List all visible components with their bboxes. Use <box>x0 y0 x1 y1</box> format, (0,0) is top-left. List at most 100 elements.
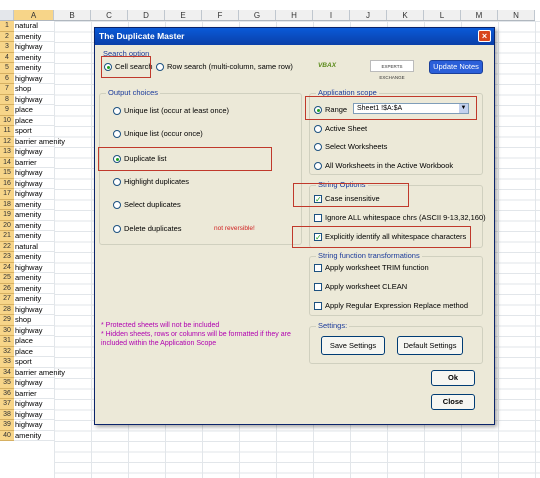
cell-a[interactable]: amenity <box>14 252 54 263</box>
column-header-a[interactable]: A <box>14 10 54 20</box>
row-header[interactable]: 1 <box>0 21 14 32</box>
column-header-j[interactable]: J <box>350 10 387 20</box>
save-settings-button[interactable]: Save Settings <box>321 336 385 355</box>
column-header-h[interactable]: H <box>276 10 313 20</box>
row-header[interactable]: 40 <box>0 430 14 441</box>
column-header-b[interactable]: B <box>54 10 91 20</box>
row-header[interactable]: 9 <box>0 105 14 116</box>
row-header[interactable]: 24 <box>0 262 14 273</box>
row-header[interactable]: 10 <box>0 115 14 126</box>
cell-a[interactable]: highway <box>14 326 54 336</box>
dialog-titlebar[interactable]: The Duplicate Master × <box>95 28 494 45</box>
window-close-button[interactable]: × <box>478 30 491 42</box>
cell-a[interactable]: amenity <box>14 284 54 294</box>
highlight-duplicates-radio[interactable]: Highlight duplicates <box>113 177 189 186</box>
row-header[interactable]: 35 <box>0 378 14 389</box>
close-button[interactable]: Close <box>431 394 475 410</box>
cell-a[interactable]: place <box>14 116 54 126</box>
cell-a[interactable]: sport <box>14 126 54 137</box>
cell-a[interactable]: barrier amenity <box>14 137 65 147</box>
cell-a[interactable]: amenity <box>14 53 54 63</box>
cell-a[interactable]: amenity <box>14 32 54 42</box>
column-header-m[interactable]: M <box>461 10 498 20</box>
cell-a[interactable]: highway <box>14 399 54 410</box>
cell-a[interactable]: highway <box>14 189 54 200</box>
unique-list-radio[interactable]: Unique list (occur at least once) <box>113 106 229 115</box>
regex-checkbox[interactable]: Apply Regular Expression Replace method <box>314 301 468 310</box>
row-header[interactable]: 33 <box>0 357 14 368</box>
cell-a[interactable]: shop <box>14 84 54 95</box>
row-header[interactable]: 11 <box>0 126 14 137</box>
clean-checkbox[interactable]: Apply worksheet CLEAN <box>314 282 407 291</box>
column-header-e[interactable]: E <box>165 10 202 20</box>
cell-a[interactable]: highway <box>14 42 54 53</box>
cell-a[interactable]: highway <box>14 410 54 420</box>
cell-a[interactable]: place <box>14 347 54 357</box>
row-header[interactable]: 20 <box>0 220 14 231</box>
column-header-n[interactable]: N <box>498 10 535 20</box>
row-header[interactable]: 6 <box>0 73 14 84</box>
trim-checkbox[interactable]: Apply worksheet TRIM function <box>314 263 429 272</box>
row-header[interactable]: 22 <box>0 241 14 252</box>
cell-a[interactable]: amenity <box>14 63 54 74</box>
cell-a[interactable]: place <box>14 336 54 347</box>
cell-a[interactable]: shop <box>14 315 54 326</box>
column-header-i[interactable]: I <box>313 10 350 20</box>
column-header-g[interactable]: G <box>239 10 276 20</box>
row-header[interactable]: 28 <box>0 304 14 315</box>
row-header[interactable]: 34 <box>0 367 14 378</box>
row-header[interactable]: 39 <box>0 420 14 431</box>
row-header[interactable]: 21 <box>0 231 14 242</box>
row-header[interactable]: 27 <box>0 294 14 305</box>
column-header-f[interactable]: F <box>202 10 239 20</box>
row-header[interactable]: 26 <box>0 283 14 294</box>
row-header[interactable]: 4 <box>0 52 14 63</box>
cell-a[interactable]: barrier <box>14 389 54 399</box>
cell-a[interactable]: amenity <box>14 221 54 231</box>
unique-once-radio[interactable]: Unique list (occur once) <box>113 129 203 138</box>
row-header[interactable]: 15 <box>0 168 14 179</box>
cell-a[interactable]: highway <box>14 305 54 315</box>
row-header[interactable]: 38 <box>0 409 14 420</box>
row-header[interactable]: 17 <box>0 189 14 200</box>
cell-a[interactable]: place <box>14 105 54 116</box>
row-search-radio[interactable]: Row search (multi-column, same row) <box>156 62 293 71</box>
cell-a[interactable]: highway <box>14 74 54 84</box>
cell-a[interactable]: barrier <box>14 158 54 168</box>
cell-a[interactable]: highway <box>14 95 54 105</box>
cell-a[interactable]: amenity <box>14 231 54 242</box>
row-header[interactable]: 30 <box>0 325 14 336</box>
cell-a[interactable]: amenity <box>14 294 54 305</box>
select-duplicates-radio[interactable]: Select duplicates <box>113 200 181 209</box>
column-header-c[interactable]: C <box>91 10 128 20</box>
ok-button[interactable]: Ok <box>431 370 475 386</box>
cell-a[interactable]: highway <box>14 147 54 158</box>
row-header[interactable]: 5 <box>0 63 14 74</box>
cell-a[interactable]: amenity <box>14 273 54 284</box>
cell-a[interactable]: natural <box>14 21 54 32</box>
cell-a[interactable]: highway <box>14 378 54 389</box>
row-header[interactable]: 8 <box>0 94 14 105</box>
select-all-corner[interactable] <box>0 10 14 20</box>
column-header-k[interactable]: K <box>387 10 424 20</box>
row-header[interactable]: 3 <box>0 42 14 53</box>
cell-a[interactable]: amenity <box>14 431 54 441</box>
row-header[interactable]: 18 <box>0 199 14 210</box>
row-header[interactable]: 31 <box>0 336 14 347</box>
row-header[interactable]: 37 <box>0 399 14 410</box>
cell-a[interactable]: highway <box>14 168 54 179</box>
row-header[interactable]: 12 <box>0 136 14 147</box>
column-header-d[interactable]: D <box>128 10 165 20</box>
row-header[interactable]: 19 <box>0 210 14 221</box>
active-sheet-radio[interactable]: Active Sheet <box>314 124 367 133</box>
update-notes-button[interactable]: Update Notes <box>429 60 483 74</box>
cell-a[interactable]: natural <box>14 242 54 252</box>
default-settings-button[interactable]: Default Settings <box>397 336 463 355</box>
row-header[interactable]: 13 <box>0 147 14 158</box>
cell-a[interactable]: amenity <box>14 200 54 210</box>
cell-a[interactable]: highway <box>14 420 54 431</box>
row-header[interactable]: 23 <box>0 252 14 263</box>
row-header[interactable]: 16 <box>0 178 14 189</box>
vbax-logo[interactable]: VBAX <box>315 59 339 73</box>
row-header[interactable]: 32 <box>0 346 14 357</box>
